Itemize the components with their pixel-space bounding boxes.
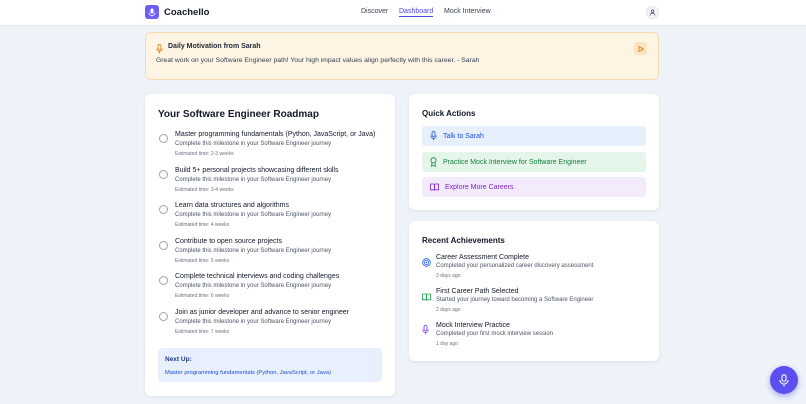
talk-to-sarah-button[interactable]: Talk to Sarah [422, 126, 646, 146]
daily-motivation-banner: Daily Motivation from Sarah Great work o… [145, 32, 659, 80]
play-button[interactable] [634, 42, 647, 55]
achievement-title: First Career Path Selected [436, 288, 519, 295]
milestone-time: Estimated time: 6 weeks [175, 293, 230, 299]
milestone-time: Estimated time: 5 weeks [175, 258, 230, 264]
motivation-message: Great work on your Software Engineer pat… [156, 57, 480, 64]
milestone-item: Learn data structures and algorithms Com… [158, 202, 388, 234]
award-icon [430, 157, 437, 167]
target-icon [422, 254, 431, 272]
nav-mock-interview[interactable]: Mock Interview [444, 8, 491, 15]
milestone-item: Master programming fundamentals (Python,… [158, 131, 388, 163]
milestone-desc: Complete this milestone in your Software… [175, 177, 332, 183]
roadmap-title: Your Software Engineer Roadmap [158, 109, 319, 120]
microphone-icon [779, 373, 789, 386]
milestone-item: Contribute to open source projects Compl… [158, 238, 388, 270]
quick-actions-title: Quick Actions [422, 109, 476, 118]
microphone-icon [422, 322, 429, 340]
milestone-title: Complete technical interviews and coding… [175, 273, 340, 280]
brand-name[interactable]: Coachello [164, 7, 209, 18]
milestone-item: Build 5+ personal projects showcasing di… [158, 167, 388, 199]
practice-mock-interview-label: Practice Mock Interview for Software Eng… [443, 158, 587, 166]
milestone-item: Complete technical interviews and coding… [158, 273, 388, 305]
milestone-desc: Complete this milestone in your Software… [175, 248, 332, 254]
achievement-desc: Completed your personalized career disco… [436, 263, 594, 269]
milestone-time: Estimated time: 3-4 weeks [175, 187, 234, 193]
avatar[interactable] [646, 6, 659, 19]
achievements-card: Recent Achievements Career Assessment Co… [409, 221, 659, 361]
milestone-checkbox[interactable] [159, 241, 168, 250]
milestone-title: Master programming fundamentals (Python,… [175, 131, 376, 138]
milestone-title: Join as junior developer and advance to … [175, 309, 349, 316]
nav-discover[interactable]: Discover [361, 8, 388, 15]
achievement-item: Career Assessment Complete Completed you… [422, 254, 652, 284]
milestone-time: Estimated time: 2-3 weeks [175, 151, 234, 157]
practice-mock-interview-button[interactable]: Practice Mock Interview for Software Eng… [422, 152, 646, 172]
milestone-desc: Complete this milestone in your Software… [175, 212, 332, 218]
roadmap-card: Your Software Engineer Roadmap Master pr… [145, 94, 395, 396]
achievement-title: Career Assessment Complete [436, 254, 529, 261]
nav-dashboard[interactable]: Dashboard [399, 8, 434, 17]
achievement-item: First Career Path Selected Started your … [422, 288, 652, 318]
next-up-label: Next Up: [165, 356, 192, 363]
milestone-checkbox[interactable] [159, 170, 168, 179]
microphone-icon [430, 131, 437, 141]
achievement-time: 1 day ago [436, 341, 458, 347]
explore-careers-button[interactable]: Explore More Careers [422, 177, 646, 197]
voice-assistant-button[interactable] [770, 366, 798, 394]
milestone-desc: Complete this milestone in your Software… [175, 319, 332, 325]
next-up-box: Next Up: Master programming fundamentals… [158, 348, 382, 382]
talk-to-sarah-label: Talk to Sarah [443, 132, 484, 140]
achievement-desc: Completed your first mock interview sess… [436, 331, 554, 337]
milestone-time: Estimated time: 4 weeks [175, 222, 230, 228]
logo-icon[interactable] [145, 5, 159, 19]
book-icon [422, 288, 431, 306]
milestone-desc: Complete this milestone in your Software… [175, 141, 332, 147]
milestone-desc: Complete this milestone in your Software… [175, 283, 332, 289]
milestone-title: Learn data structures and algorithms [175, 202, 290, 209]
milestone-checkbox[interactable] [159, 276, 168, 285]
achievement-time: 2 days ago [436, 307, 461, 313]
motivation-title: Daily Motivation from Sarah [168, 43, 261, 50]
milestone-item: Join as junior developer and advance to … [158, 309, 388, 341]
explore-careers-label: Explore More Careers [445, 183, 514, 191]
milestone-time: Estimated time: 7 weeks [175, 329, 230, 335]
milestone-checkbox[interactable] [159, 312, 168, 321]
achievement-title: Mock Interview Practice [436, 322, 510, 329]
quick-actions-card: Quick Actions Talk to Sarah Practice Moc… [409, 94, 659, 210]
milestone-checkbox[interactable] [159, 205, 168, 214]
achievement-desc: Started your journey toward becoming a S… [436, 297, 594, 303]
user-icon [649, 9, 656, 16]
top-nav: Coachello Discover Dashboard Mock Interv… [0, 0, 806, 26]
achievements-title: Recent Achievements [422, 236, 505, 245]
play-icon [638, 45, 644, 52]
next-up-value: Master programming fundamentals (Python,… [165, 370, 331, 376]
book-icon [430, 183, 439, 191]
milestone-title: Contribute to open source projects [175, 238, 283, 245]
achievement-time: 3 days ago [436, 273, 461, 279]
milestone-checkbox[interactable] [159, 134, 168, 143]
milestone-title: Build 5+ personal projects showcasing di… [175, 167, 339, 174]
achievement-item: Mock Interview Practice Completed your f… [422, 322, 652, 352]
